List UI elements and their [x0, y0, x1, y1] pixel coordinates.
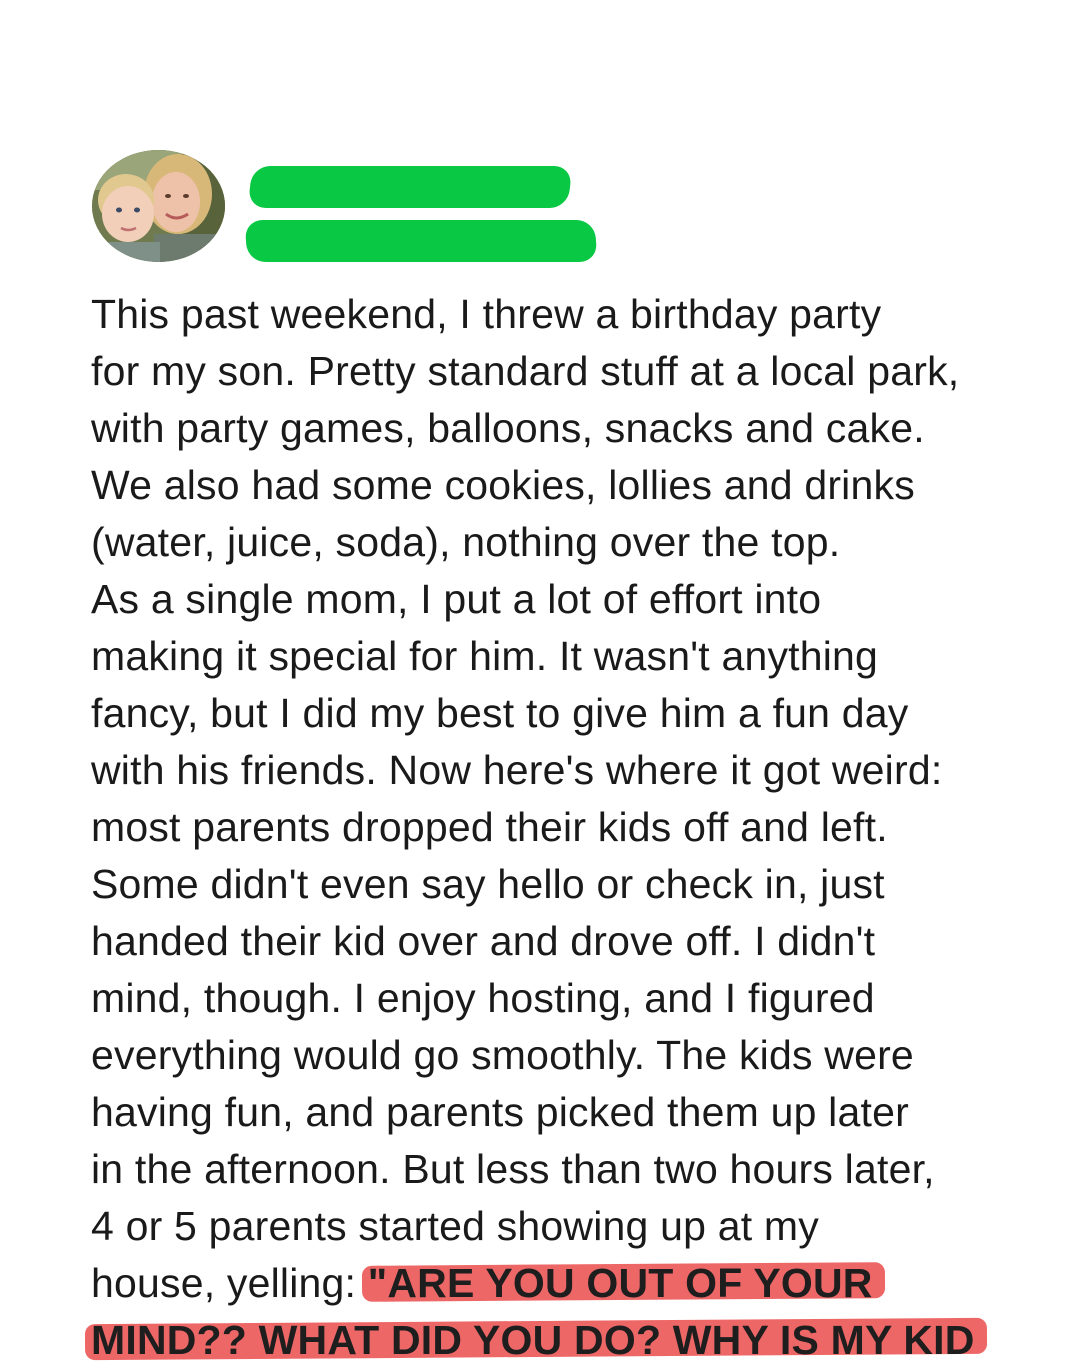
post-text-line: in the afternoon. But less than two hour… [91, 1146, 935, 1192]
post-text-line: We also had some cookies, lollies and dr… [91, 462, 915, 508]
post-text-line: handed their kid over and drove off. I d… [91, 918, 876, 964]
post-text-line: Some didn't even say hello or check in, … [91, 861, 885, 907]
post-text-line: (water, juice, soda), nothing over the t… [91, 519, 841, 565]
post-text-plain: house, yelling: [91, 1260, 368, 1306]
redacted-author-subtitle [244, 220, 598, 262]
post-text-line: everything would go smoothly. The kids w… [91, 1032, 914, 1078]
avatar-photo-icon [92, 150, 225, 262]
post-text-line: fancy, but I did my best to give him a f… [91, 690, 909, 736]
post-text-line: for my son. Pretty standard stuff at a l… [91, 348, 960, 394]
highlighted-quote: "ARE YOU OUT OF YOUR [367, 1260, 873, 1306]
post-header [92, 150, 692, 262]
post-text-line: As a single mom, I put a lot of effort i… [91, 576, 822, 622]
post-text-line: mind, though. I enjoy hosting, and I fig… [91, 975, 875, 1021]
post-text-line: house, yelling: "ARE YOU OUT OF YOUR [91, 1255, 1051, 1312]
post-text-line: most parents dropped their kids off and … [91, 804, 888, 850]
post-text: This past weekend, I threw a birthday pa… [91, 286, 1051, 1369]
redacted-author-name [247, 166, 573, 208]
post-text-line: having fun, and parents picked them up l… [91, 1089, 909, 1135]
post-text-line: with party games, balloons, snacks and c… [91, 405, 925, 451]
post-text-line: with his friends. Now here's where it go… [91, 747, 943, 793]
post-text-line: MIND?? WHAT DID YOU DO? WHY IS MY KID [91, 1312, 1051, 1369]
author-avatar[interactable] [92, 150, 225, 262]
post-text-line: making it special for him. It wasn't any… [91, 633, 879, 679]
highlighted-quote: MIND?? WHAT DID YOU DO? WHY IS MY KID [91, 1317, 975, 1363]
post-text-line: This past weekend, I threw a birthday pa… [91, 291, 882, 337]
post-text-line: 4 or 5 parents started showing up at my [91, 1203, 819, 1249]
